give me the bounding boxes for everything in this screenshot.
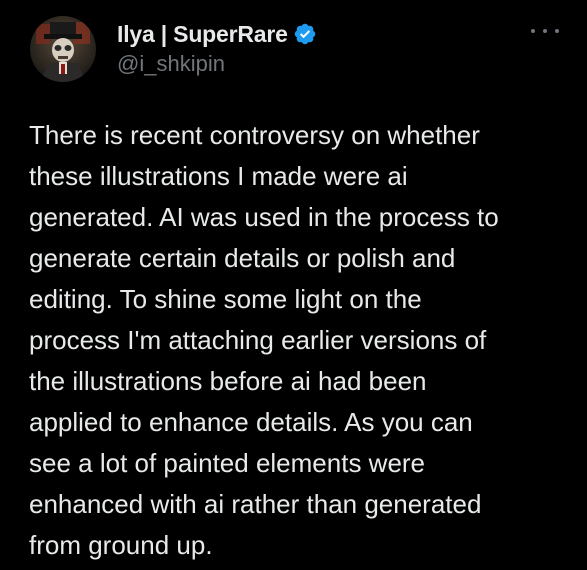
tweet-card: Ilya | SuperRare @i_shkipin There is rec… (0, 0, 587, 570)
more-dot (531, 29, 535, 33)
verified-badge-icon (293, 22, 317, 46)
more-dot (543, 29, 547, 33)
tweet-header: Ilya | SuperRare @i_shkipin (117, 20, 317, 80)
author-handle[interactable]: @i_shkipin (117, 51, 317, 77)
tweet-text: There is recent controversy on whether t… (29, 120, 499, 560)
avatar[interactable] (30, 16, 96, 82)
author-display-name[interactable]: Ilya | SuperRare (117, 21, 288, 48)
avatar-portrait-image (30, 16, 96, 82)
more-options-icon[interactable] (531, 24, 559, 38)
author-name-row: Ilya | SuperRare (117, 20, 317, 48)
more-dot (555, 29, 559, 33)
